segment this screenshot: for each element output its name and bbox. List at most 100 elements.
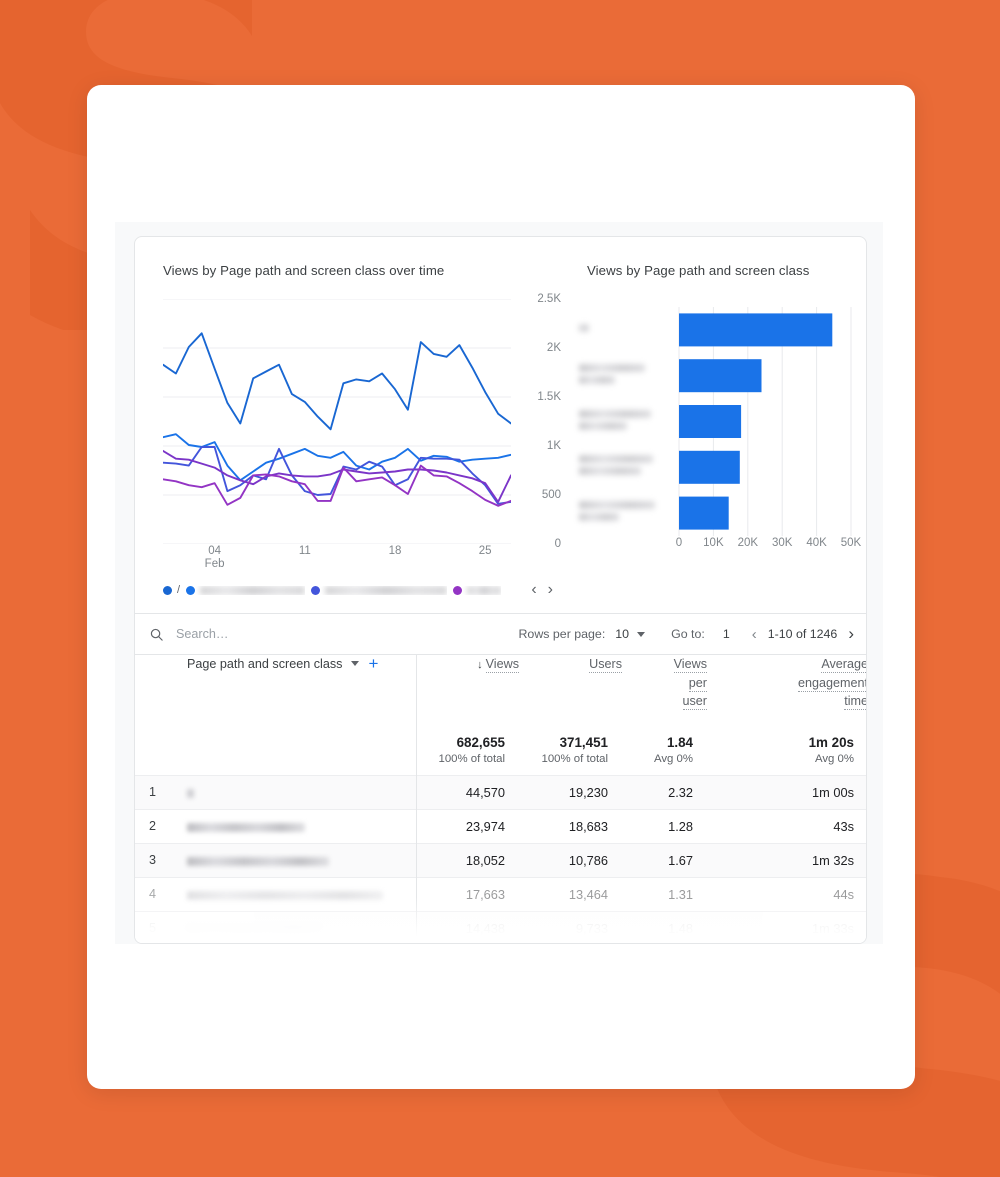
search-input[interactable]: Search…: [176, 627, 229, 641]
rows-per-page-value: 10: [615, 627, 630, 641]
legend-item-label: [325, 585, 448, 595]
totals-subtext: 100% of total: [541, 753, 609, 766]
table-body: 1 44,570 19,230 2.32 1m 00s 2 23,974 18,683 1.28…: [135, 775, 866, 943]
bar-chart-x-axis-labels: 0 10K 20K 30K 40K 50K: [579, 537, 861, 557]
totals-cell: 1m 20s Avg 0%: [707, 727, 866, 775]
column-header-text: time: [844, 694, 867, 710]
legend-color-dot: [163, 585, 172, 595]
charts-row: Views by Page path and screen class over…: [135, 237, 866, 613]
column-header-views-per-user[interactable]: Views per user: [622, 655, 707, 727]
totals-subtext: Avg 0%: [653, 753, 693, 766]
row-views-cell: 17,663: [415, 877, 519, 911]
redacted-page-path: [187, 890, 383, 900]
goto-label: Go to:: [671, 627, 705, 641]
bar-category-label: [579, 409, 673, 434]
legend-item[interactable]: [453, 585, 502, 595]
legend-next-icon[interactable]: ›: [548, 582, 553, 598]
column-header-views[interactable]: ↓ Views: [415, 655, 519, 727]
table-row[interactable]: 2 23,974 18,683 1.28 43s: [135, 809, 866, 843]
row-dimension-cell[interactable]: [165, 775, 416, 809]
row-views-per-user-cell: 1.28: [668, 818, 693, 834]
row-views-cell: 14,438: [415, 911, 519, 943]
legend-pagination[interactable]: ‹ ›: [531, 582, 553, 598]
line-chart-y-axis-labels: 0 500 1K 1.5K 2K 2.5K: [517, 291, 561, 550]
row-users-cell: 9,733: [575, 920, 608, 936]
next-page-icon[interactable]: ›: [848, 624, 854, 644]
table-head: Page path and screen class + ↓ Views User…: [135, 655, 867, 727]
legend-item-label: /: [177, 584, 181, 596]
index-header: [135, 655, 165, 727]
bar-chart-x-tick: 20K: [737, 537, 759, 549]
row-index-cell: 5: [149, 921, 157, 936]
rows-per-page-label: Rows per page:: [518, 627, 606, 641]
table-toolbar: Search… Rows per page: 10 Go to: 1 ‹ 1-1…: [135, 614, 866, 654]
totals-value: 1m 20s: [808, 735, 854, 751]
row-dimension-cell[interactable]: [165, 843, 416, 877]
legend-item[interactable]: [186, 585, 306, 595]
row-dimension-cell[interactable]: [165, 877, 416, 911]
column-header-text: per: [688, 675, 707, 692]
goto-page-control[interactable]: Go to: 1: [671, 627, 730, 641]
totals-index-cell: [135, 727, 165, 775]
redacted-page-path: [187, 788, 194, 798]
column-header-users[interactable]: Users: [519, 655, 622, 727]
line-chart-plot[interactable]: [163, 299, 511, 544]
row-views-per-user-cell: 1.67: [668, 852, 693, 868]
row-index-cell: 2: [149, 819, 157, 833]
dimension-header-label: Page path and screen class: [187, 656, 343, 671]
legend-item-label: [467, 585, 502, 595]
column-header-text: user: [682, 694, 707, 710]
table-row[interactable]: 3 18,052 10,786 1.67 1m 32s: [135, 843, 866, 877]
row-views-per-user-cell: 1.31: [668, 886, 693, 902]
pagination-controls[interactable]: ‹ 1-10 of 1246 ›: [752, 624, 854, 644]
bar-category-label: [579, 455, 673, 479]
totals-value: 682,655: [456, 735, 505, 751]
totals-subtext: Avg 0%: [814, 753, 854, 766]
table-totals: 682,655 100% of total 371,451 100% of total…: [135, 727, 866, 775]
totals-value: 1.84: [666, 735, 693, 751]
table-row[interactable]: 5 14,438 9,733 1.48 1m 33s: [135, 911, 866, 943]
legend-color-dot: [453, 585, 463, 595]
legend-item[interactable]: /: [163, 584, 180, 596]
row-dimension-cell[interactable]: [165, 809, 416, 843]
row-users-cell: 10,786: [568, 852, 608, 868]
table-row[interactable]: 1 44,570 19,230 2.32 1m 00s: [135, 775, 866, 809]
row-views-cell: 23,974: [415, 809, 519, 843]
legend-item[interactable]: [311, 585, 448, 595]
bar-chart-plot[interactable]: [579, 299, 859, 544]
line-chart-legend[interactable]: / ‹ ›: [163, 579, 553, 601]
line-chart-title: Views by Page path and screen class over…: [163, 263, 445, 278]
row-dimension-cell[interactable]: [165, 911, 416, 943]
bar-category-label: [579, 501, 673, 525]
sort-descending-icon[interactable]: ↓: [477, 659, 483, 671]
chevron-down-icon[interactable]: [351, 661, 360, 666]
rows-per-page-select[interactable]: 10: [615, 627, 646, 641]
app-window-card: Views by Page path and screen class over…: [87, 85, 915, 1089]
report-card: Views by Page path and screen class over…: [134, 236, 867, 944]
column-header-line: engagement: [707, 674, 866, 693]
previous-page-icon[interactable]: ‹: [752, 626, 757, 643]
table-row[interactable]: 4 17,663 13,464 1.31 44s: [135, 877, 866, 911]
bar-chart-panel: Views by Page path and screen class 0 10K…: [569, 237, 866, 613]
totals-dimension-cell: [165, 727, 416, 775]
legend-color-dot: [186, 585, 196, 595]
legend-color-dot: [311, 585, 321, 595]
column-header-text: Views: [673, 657, 707, 673]
column-header-line: user: [622, 692, 707, 711]
row-avg-engagement-time-cell: 43s: [833, 818, 854, 834]
add-dimension-icon[interactable]: +: [368, 655, 378, 672]
line-chart-y-tick: 2.5K: [537, 293, 561, 305]
line-chart-x-tick: 25: [478, 545, 492, 557]
legend-item-label: [200, 585, 306, 595]
bar-category-label: [579, 323, 673, 336]
search-box[interactable]: Search…: [149, 627, 229, 642]
row-users-cell: 18,683: [568, 818, 608, 834]
redacted-page-path: [187, 924, 321, 934]
dimension-header[interactable]: Page path and screen class +: [165, 655, 416, 727]
line-chart-y-tick: 0: [554, 538, 561, 550]
goto-input[interactable]: 1: [723, 627, 730, 641]
column-header-avg-engagement-time[interactable]: Average engagement time: [707, 655, 867, 727]
bar-chart-x-tick: 30K: [771, 537, 793, 549]
column-header-text: Average: [821, 657, 867, 673]
legend-prev-icon[interactable]: ‹: [531, 582, 536, 598]
